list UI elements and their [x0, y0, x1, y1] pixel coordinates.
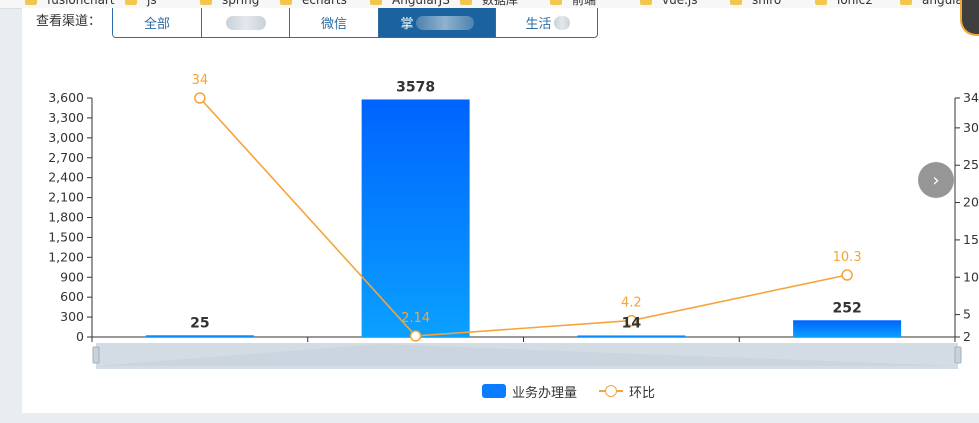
line-series	[199, 97, 848, 337]
y-right-tick-label: 10	[963, 269, 979, 284]
line-value-label: 2.14	[401, 311, 430, 326]
y-right-tick-label: 25	[963, 157, 979, 172]
y-left-tick-label: 1,200	[48, 249, 84, 264]
legend-line-label[interactable]: 环比	[629, 382, 655, 401]
redacted-text	[842, 343, 893, 359]
y-left-tick-label: 1,800	[48, 210, 84, 225]
redacted-text	[194, 343, 245, 359]
y-left-tick-label: 3,600	[48, 90, 84, 105]
zoom-handle-left[interactable]	[92, 346, 100, 364]
bar	[577, 335, 686, 337]
y-left-tick-label: 3,300	[48, 110, 84, 125]
bar-value-label: 14	[622, 316, 642, 332]
x-tick-label: 珠海	[817, 342, 843, 357]
line-point	[194, 92, 206, 104]
chevron-right-icon[interactable]: ›	[918, 162, 954, 198]
combo-chart: 0 300 600 900 1,200 1,500 1,800 2,100 2,400 2,700…	[48, 73, 979, 359]
legend-line-swatch[interactable]	[599, 384, 624, 398]
bar	[145, 335, 254, 337]
line-value-label: 10.3	[833, 250, 862, 265]
redacted-text	[626, 343, 677, 359]
y-right-tick-label: 20	[963, 195, 979, 210]
y-right-tick-label: 15	[963, 232, 979, 247]
y-right-tick-label: 34	[963, 90, 979, 105]
y-left-tick-label: 2,400	[48, 170, 84, 185]
y-left-tick-label: 300	[60, 309, 84, 324]
x-tick-group: 珠海	[817, 342, 893, 359]
y-left-tick-label: 0	[76, 329, 84, 344]
y-right-tick-label: 2	[963, 329, 971, 344]
chart-legend: 业务办理量 环比	[482, 382, 655, 401]
y-left-tick-label: 2,700	[48, 150, 84, 165]
bar-value-label: 3578	[396, 79, 435, 95]
bar-value-label: 252	[833, 300, 862, 316]
line-value-label: 34	[192, 73, 209, 88]
x-tick-group: 汕头	[170, 342, 245, 359]
redacted-text	[410, 343, 461, 359]
y-right-tick-label: 30	[963, 120, 979, 135]
bar-value-label: 25	[190, 315, 209, 331]
bar	[793, 320, 902, 337]
y-right-tick-label: 5	[963, 307, 971, 322]
x-tick-group: 肇庆	[601, 342, 677, 359]
x-tick-label: 海南	[386, 342, 411, 357]
line-value-label: 4.2	[621, 296, 642, 311]
x-tick-label: 肇庆	[601, 342, 627, 357]
zoom-handle-right[interactable]	[954, 346, 962, 364]
y-left-tick-label: 600	[60, 289, 84, 304]
y-left-tick-label: 2,100	[48, 190, 84, 205]
bar	[361, 99, 470, 337]
x-tick-label: 汕头	[170, 342, 195, 357]
y-left-tick-label: 1,500	[48, 229, 84, 244]
legend-bar-swatch[interactable]	[482, 384, 506, 398]
x-tick-group: 海南	[386, 342, 461, 359]
y-left-tick-label: 900	[60, 269, 84, 284]
y-left-tick-label: 3,000	[48, 130, 84, 145]
line-point	[841, 269, 853, 281]
line-point	[409, 330, 422, 342]
legend-bar-label[interactable]: 业务办理量	[512, 382, 577, 401]
